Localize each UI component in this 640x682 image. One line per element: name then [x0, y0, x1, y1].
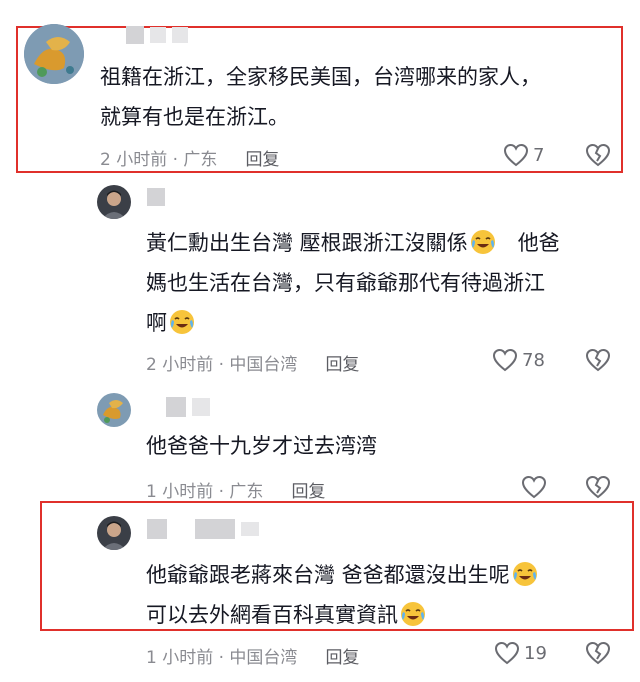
reply-button[interactable]: 回复: [325, 350, 359, 375]
comment-text: 他爸爸十九岁才过去湾湾: [146, 426, 377, 466]
comment-line: 黃仁勳出生台灣 壓根跟浙江沒關係 他爸: [146, 223, 560, 263]
like-button[interactable]: 78: [492, 348, 545, 372]
reply-button[interactable]: 回复: [245, 145, 279, 170]
comment-line: 就算有也是在浙江。: [100, 105, 289, 129]
like-count: 78: [522, 349, 545, 371]
heart-outline-icon: [494, 641, 520, 665]
heart-outline-icon: [503, 143, 529, 167]
username-redacted[interactable]: [147, 519, 259, 539]
like-button[interactable]: 19: [494, 641, 547, 665]
dislike-button[interactable]: [585, 475, 611, 503]
comment-line-part: 他爸: [517, 231, 560, 255]
broken-heart-icon: [585, 641, 611, 665]
tears-of-joy-emoji: [512, 562, 537, 586]
heart-outline-icon: [492, 348, 518, 372]
tears-of-joy-emoji: [401, 602, 425, 626]
tears-of-joy-emoji: [470, 230, 495, 254]
koi-avatar-icon: [97, 393, 131, 427]
broken-heart-icon: [585, 143, 611, 167]
timestamp-location: 2 小时前 · 广东: [100, 150, 218, 170]
broken-heart-icon: [585, 348, 611, 372]
comment-line: 祖籍在浙江，全家移民美国，台湾哪来的家人，: [100, 65, 541, 89]
dislike-button[interactable]: [585, 641, 611, 669]
like-button[interactable]: [521, 475, 547, 499]
username-redacted[interactable]: [147, 188, 165, 206]
username-redacted[interactable]: [126, 26, 188, 44]
tears-of-joy-emoji: [170, 310, 194, 334]
dislike-button[interactable]: [585, 143, 611, 171]
koi-avatar-icon: [24, 24, 84, 84]
comment-line-part: 可以去外網看百科真實資訊: [146, 603, 398, 627]
username-redacted[interactable]: [166, 397, 210, 417]
comment-line-part: 黃仁勳出生台灣 壓根跟浙江沒關係: [146, 231, 468, 255]
comment-line: 他爺爺跟老蔣來台灣 爸爸都還沒出生呢: [146, 555, 538, 595]
comment-line-part: 他爺爺跟老蔣來台灣 爸爸都還沒出生呢: [146, 563, 510, 587]
like-count: 7: [533, 144, 545, 166]
comment-text: 祖籍在浙江，全家移民美国，台湾哪来的家人， 就算有也是在浙江。: [100, 57, 541, 137]
comment-line: 啊: [146, 303, 560, 343]
person-avatar-icon: [97, 185, 131, 219]
comment-line: 媽也生活在台灣，只有爺爺那代有待過浙江: [146, 271, 545, 295]
avatar[interactable]: [97, 516, 131, 550]
dislike-button[interactable]: [585, 348, 611, 376]
avatar[interactable]: [97, 393, 131, 427]
comment-line-part: 啊: [146, 311, 167, 335]
heart-outline-icon: [521, 475, 547, 499]
avatar[interactable]: [24, 24, 84, 84]
reply-button[interactable]: 回复: [325, 643, 359, 668]
timestamp-location: 1 小时前 · 中国台湾: [146, 648, 298, 668]
person-avatar-icon: [97, 516, 131, 550]
timestamp-location: 2 小时前 · 中国台湾: [146, 355, 298, 375]
comment-line: 可以去外網看百科真實資訊: [146, 595, 538, 635]
comment-text: 他爺爺跟老蔣來台灣 爸爸都還沒出生呢 可以去外網看百科真實資訊: [146, 555, 538, 635]
like-button[interactable]: 7: [503, 143, 544, 167]
avatar[interactable]: [97, 185, 131, 219]
reply-button[interactable]: 回复: [291, 477, 325, 502]
like-count: 19: [524, 642, 547, 664]
timestamp-location: 1 小时前 · 广东: [146, 482, 264, 502]
broken-heart-icon: [585, 475, 611, 499]
comment-meta: 2 小时前 · 广东 回复: [100, 145, 279, 170]
comment-meta: 2 小时前 · 中国台湾 回复: [146, 350, 359, 375]
comment-text: 黃仁勳出生台灣 壓根跟浙江沒關係 他爸 媽也生活在台灣，只有爺爺那代有待過浙江 啊: [146, 223, 560, 343]
comment-meta: 1 小时前 · 中国台湾 回复: [146, 643, 359, 668]
comment-meta: 1 小时前 · 广东 回复: [146, 477, 325, 502]
comment-line: 他爸爸十九岁才过去湾湾: [146, 434, 377, 458]
